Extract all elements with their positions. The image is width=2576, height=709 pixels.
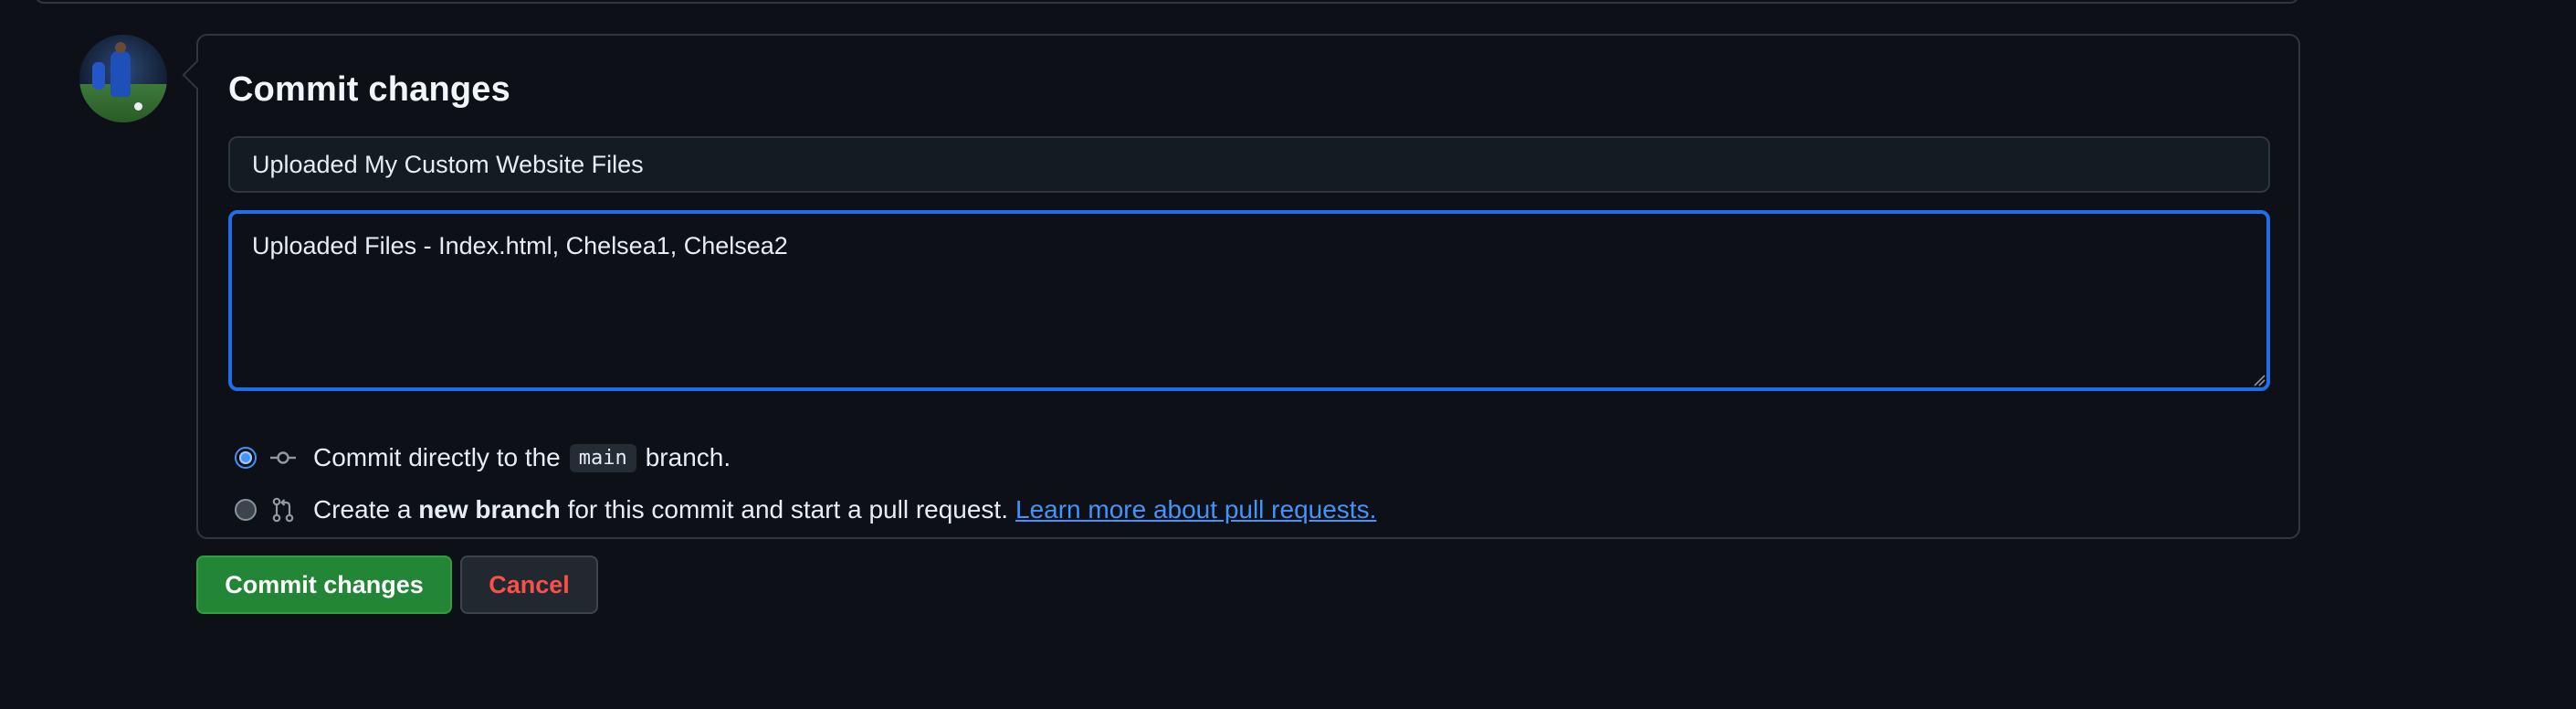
avatar-figure: [110, 51, 131, 97]
user-avatar[interactable]: [79, 35, 167, 122]
previous-panel-edge: [35, 0, 2299, 4]
commit-direct-text-after: branch.: [645, 443, 731, 471]
avatar-figure: [92, 62, 105, 90]
commit-description-textarea[interactable]: Uploaded Files - Index.html, Chelsea1, C…: [228, 210, 2270, 391]
commit-direct-text: Commit directly to the: [313, 443, 561, 471]
avatar-figure-head: [115, 42, 126, 53]
commit-changes-button[interactable]: Commit changes: [196, 556, 452, 614]
git-pull-request-icon: [269, 496, 297, 524]
avatar-ball: [134, 102, 142, 111]
learn-more-pull-requests-link[interactable]: Learn more about pull requests.: [1015, 495, 1376, 524]
git-commit-icon: [269, 444, 297, 471]
new-branch-bold-text: new branch: [418, 495, 561, 524]
commit-summary-input[interactable]: [228, 136, 2270, 193]
commit-direct-option[interactable]: Commit directly to the main branch.: [235, 439, 731, 476]
new-branch-text-after: for this commit and start a pull request…: [567, 495, 1008, 524]
commit-direct-radio[interactable]: [235, 447, 257, 469]
resize-grip-icon[interactable]: [2253, 374, 2266, 386]
panel-pointer: [182, 60, 211, 90]
new-branch-text: Create a: [313, 495, 412, 524]
panel-title: Commit changes: [228, 70, 510, 109]
new-branch-option[interactable]: Create a new branch for this commit and …: [235, 492, 1376, 528]
cancel-button[interactable]: Cancel: [460, 556, 598, 614]
commit-changes-panel: Commit changes Uploaded Files - Index.ht…: [182, 34, 2300, 539]
branch-name-badge: main: [569, 443, 636, 472]
new-branch-radio[interactable]: [235, 499, 257, 521]
